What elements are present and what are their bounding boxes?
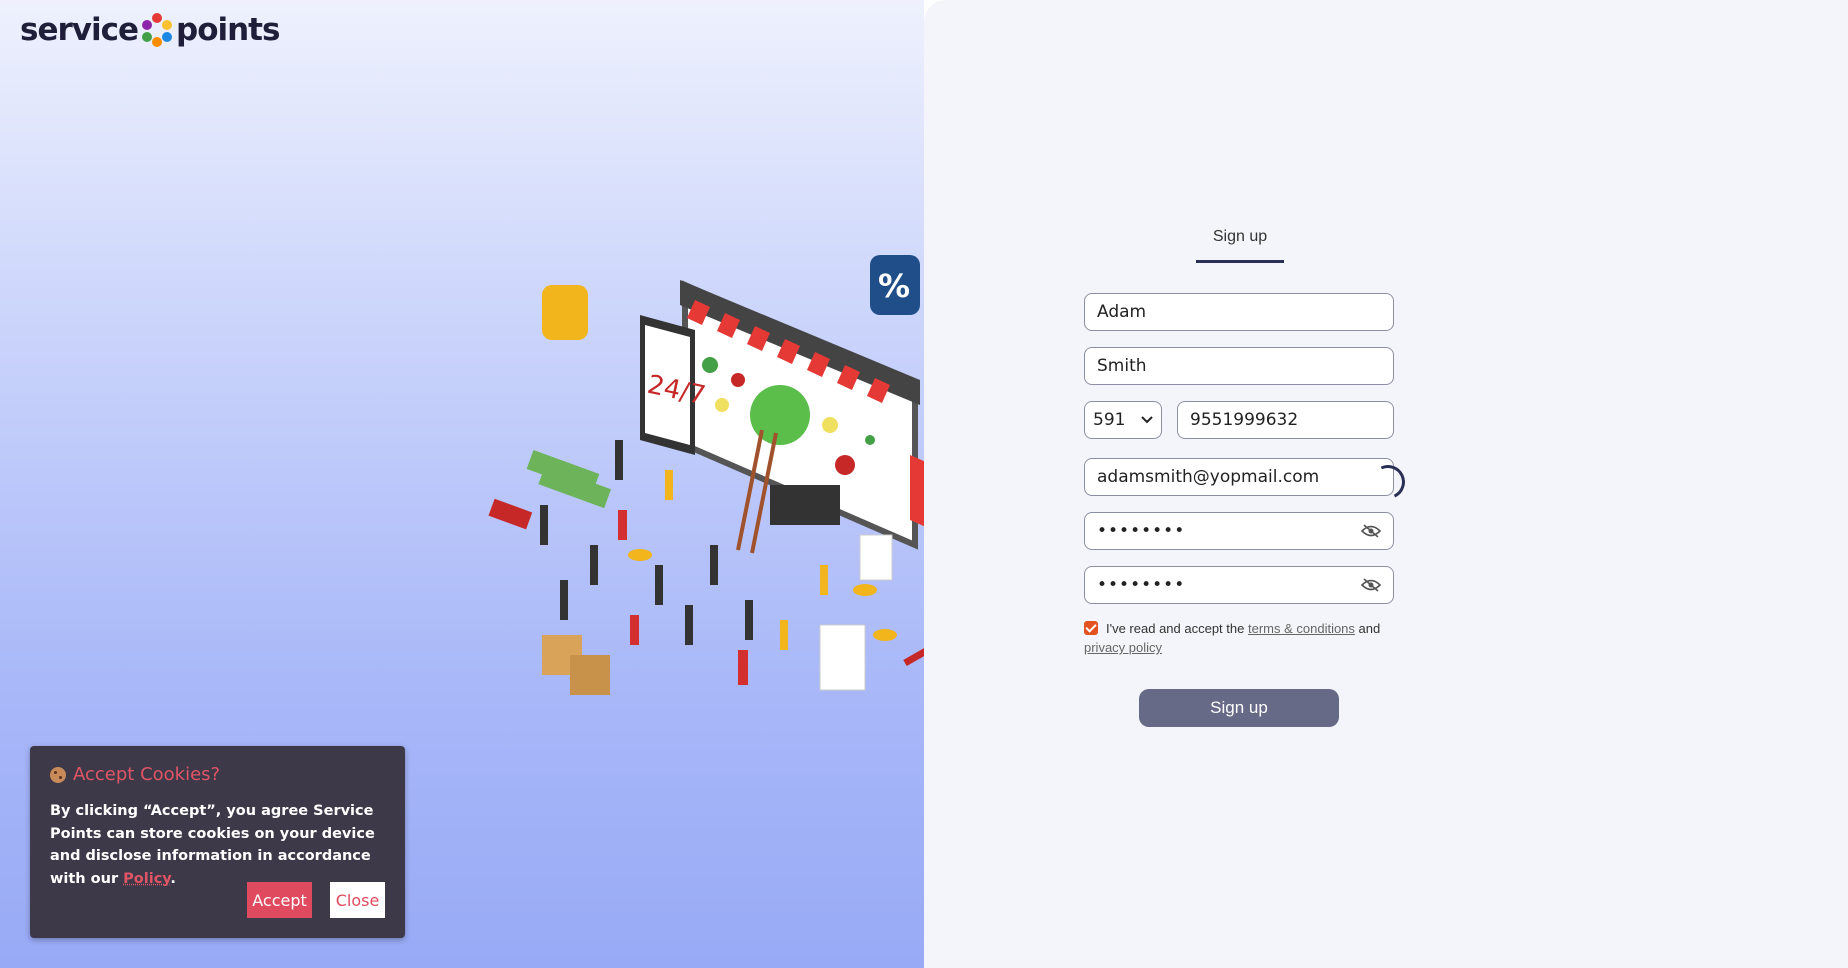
phone-value: 9551999632 <box>1190 410 1299 430</box>
phone-input[interactable]: 9551999632 <box>1177 401 1394 439</box>
password-input[interactable]: •••••••• <box>1084 512 1394 550</box>
last-name-value: Smith <box>1097 356 1147 376</box>
signup-button[interactable]: Sign up <box>1139 689 1339 727</box>
cookie-title-text: Accept Cookies? <box>73 764 221 785</box>
logo-text-service: service <box>20 12 139 48</box>
terms-conditions-link[interactable]: terms & conditions <box>1248 621 1355 636</box>
confirm-password-value: •••••••• <box>1097 575 1186 595</box>
cookie-banner-text: By clicking “Accept”, you agree Service … <box>50 800 390 890</box>
accept-cookies-button[interactable]: Accept <box>247 882 312 918</box>
last-name-input[interactable]: Smith <box>1084 347 1394 385</box>
cookie-banner: Accept Cookies? By clicking “Accept”, yo… <box>30 746 405 938</box>
first-name-value: Adam <box>1097 302 1147 322</box>
logo-dots-icon <box>140 13 174 47</box>
chevron-down-icon <box>1141 416 1153 424</box>
country-code-value: 591 <box>1093 410 1126 430</box>
eye-off-icon[interactable] <box>1361 578 1381 592</box>
cookie-policy-link[interactable]: Policy <box>123 871 170 887</box>
service-points-logo[interactable]: service points <box>20 12 280 48</box>
email-value: adamsmith@yopmail.com <box>1097 467 1320 487</box>
cookie-banner-title: Accept Cookies? <box>50 764 220 785</box>
cookie-body-text: By clicking “Accept”, you agree Service … <box>50 803 375 887</box>
tab-signup[interactable]: Sign up <box>1196 228 1284 263</box>
logo-text-points: points <box>176 12 280 48</box>
privacy-policy-link[interactable]: privacy policy <box>1084 640 1162 655</box>
terms-and-text: and <box>1358 621 1381 636</box>
cookie-icon <box>50 766 66 783</box>
country-code-select[interactable]: 591 <box>1084 401 1162 439</box>
email-input[interactable]: adamsmith@yopmail.com <box>1084 458 1394 496</box>
terms-prefix-text: I've read and accept the <box>1106 621 1245 636</box>
cookie-period: . <box>170 870 176 887</box>
password-value: •••••••• <box>1097 521 1186 541</box>
eye-off-icon[interactable] <box>1361 524 1381 538</box>
first-name-input[interactable]: Adam <box>1084 293 1394 331</box>
confirm-password-input[interactable]: •••••••• <box>1084 566 1394 604</box>
svg-text:%: % <box>878 267 910 305</box>
close-cookies-button[interactable]: Close <box>330 882 385 918</box>
terms-agreement: I've read and accept the terms & conditi… <box>1084 619 1404 657</box>
terms-checkbox[interactable] <box>1084 621 1098 635</box>
